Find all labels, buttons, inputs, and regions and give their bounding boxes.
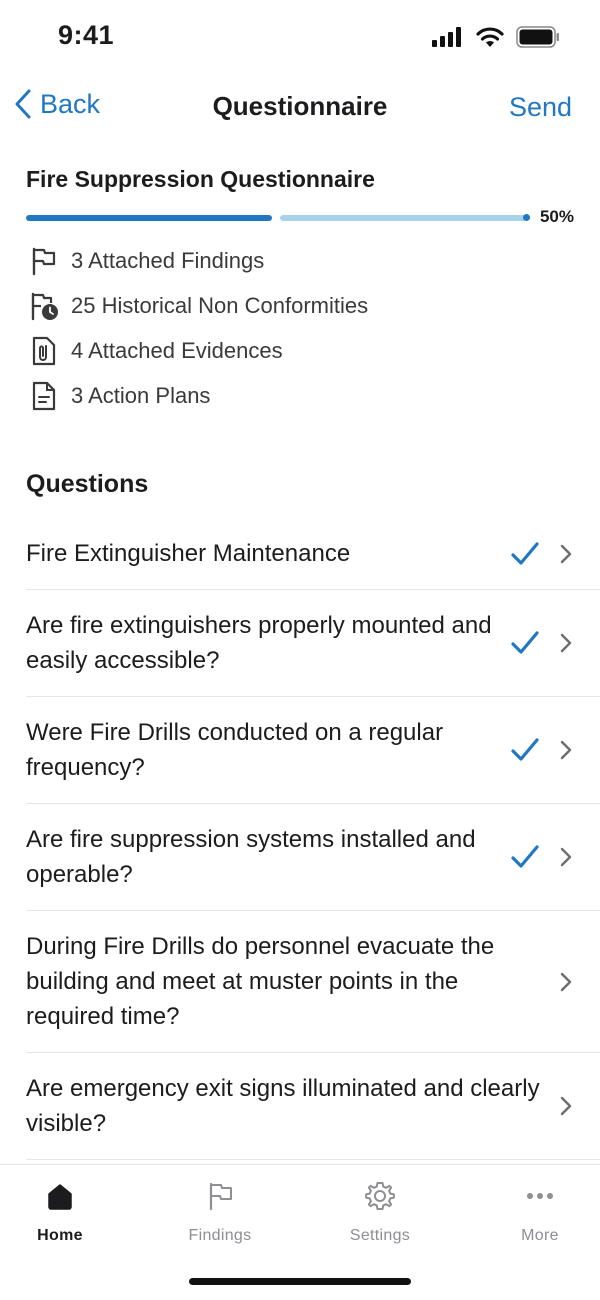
flag-clock-icon <box>26 290 62 322</box>
attached-findings-label: 3 Attached Findings <box>71 247 265 273</box>
gear-icon <box>320 1179 440 1213</box>
navigation-bar: Back Questionnaire Send <box>0 76 600 136</box>
questions-list: Fire Extinguisher Maintenance Are fire ex… <box>0 518 600 1160</box>
question-row[interactable]: Are fire suppression systems installed a… <box>26 804 600 911</box>
chevron-right-icon <box>558 1095 574 1117</box>
chevron-right-icon <box>558 846 574 868</box>
status-bar: 9:41 <box>0 0 600 76</box>
chevron-right-icon <box>558 739 574 761</box>
progress-completed <box>26 215 272 221</box>
question-text: Are fire extinguishers properly mounted … <box>26 612 492 674</box>
wifi-icon <box>476 27 504 47</box>
tab-home[interactable]: Home <box>0 1179 120 1245</box>
flag-icon <box>160 1179 280 1213</box>
question-row[interactable]: During Fire Drills do personnel evacuate… <box>26 911 600 1053</box>
send-button[interactable]: Send <box>509 92 572 123</box>
tab-more[interactable]: More <box>480 1179 600 1245</box>
attached-findings[interactable]: 3 Attached Findings <box>26 238 368 283</box>
tab-home-label: Home <box>37 1227 83 1244</box>
checkmark-icon <box>508 733 542 767</box>
more-icon <box>480 1179 600 1213</box>
question-row[interactable]: Fire Extinguisher Maintenance <box>26 518 600 590</box>
question-text: Are emergency exit signs illuminated and… <box>26 1075 540 1137</box>
question-text: Were Fire Drills conducted on a regular … <box>26 719 444 781</box>
progress-remaining <box>280 215 526 221</box>
tab-findings-label: Findings <box>188 1227 252 1244</box>
tab-findings[interactable]: Findings <box>160 1179 280 1245</box>
progress-bar <box>26 212 574 224</box>
chevron-right-icon <box>558 543 574 565</box>
checkmark-icon <box>508 537 542 571</box>
questionnaire-info-list: 3 Attached Findings 25 Historical Non Co… <box>26 238 368 418</box>
home-indicator <box>189 1278 411 1285</box>
attached-evidences[interactable]: 4 Attached Evidences <box>26 328 368 373</box>
cellular-signal-icon <box>432 27 461 47</box>
checkmark-icon <box>508 840 542 874</box>
question-row[interactable]: Were Fire Drills conducted on a regular … <box>26 697 600 804</box>
progress-percent: 50% <box>539 207 574 226</box>
document-icon <box>26 380 62 412</box>
question-row[interactable]: Are emergency exit signs illuminated and… <box>26 1053 600 1160</box>
question-text: Fire Extinguisher Maintenance <box>26 540 351 567</box>
action-plans[interactable]: 3 Action Plans <box>26 373 368 418</box>
historical-non-conformities[interactable]: 25 Historical Non Conformities <box>26 283 368 328</box>
question-text: Are fire suppression systems installed a… <box>26 826 476 888</box>
question-row[interactable]: Are fire extinguishers properly mounted … <box>26 590 600 697</box>
chevron-right-icon <box>558 632 574 654</box>
tab-more-label: More <box>521 1227 559 1244</box>
checkmark-icon <box>508 626 542 660</box>
question-text: During Fire Drills do personnel evacuate… <box>26 933 495 1030</box>
action-plans-label: 3 Action Plans <box>71 382 211 408</box>
questions-section-title: Questions <box>26 470 149 498</box>
chevron-right-icon <box>558 971 574 993</box>
questionnaire-title: Fire Suppression Questionnaire <box>26 166 375 192</box>
historical-non-conformities-label: 25 Historical Non Conformities <box>71 292 369 318</box>
tab-settings-label: Settings <box>349 1227 411 1244</box>
status-icons <box>432 26 560 48</box>
home-icon <box>0 1179 120 1213</box>
status-time: 9:41 <box>58 20 115 50</box>
flag-icon <box>26 245 62 277</box>
tab-settings[interactable]: Settings <box>320 1179 440 1245</box>
progress-end-dot <box>523 214 530 221</box>
battery-icon <box>516 26 559 48</box>
attached-evidences-label: 4 Attached Evidences <box>71 337 283 363</box>
paperclip-document-icon <box>26 335 62 367</box>
